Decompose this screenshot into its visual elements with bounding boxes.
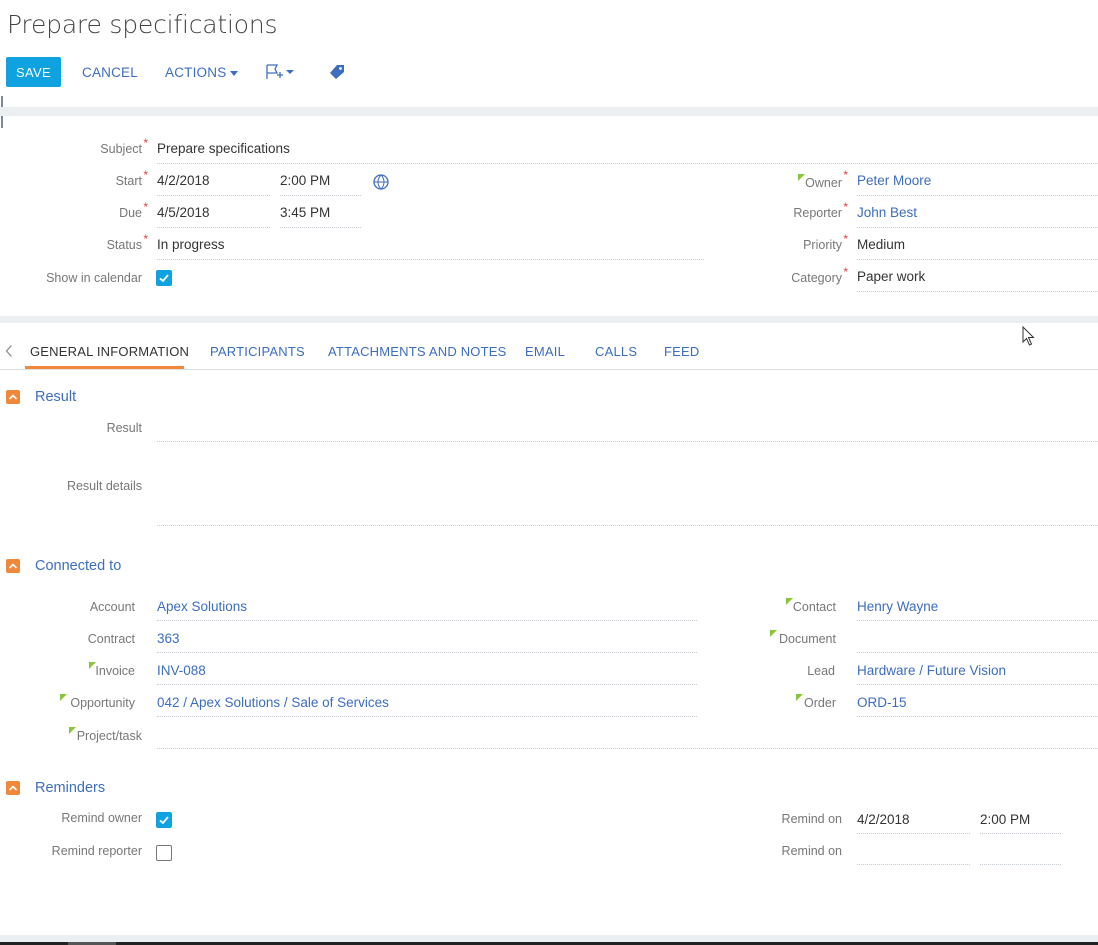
chevron-down-icon — [230, 70, 239, 76]
remind-on-owner-label: Remind on — [781, 812, 842, 826]
order-field[interactable]: ORD-15 — [857, 695, 1098, 717]
save-button[interactable]: SAVE — [6, 57, 61, 87]
category-field[interactable]: Paper work — [857, 269, 1098, 292]
tag-button[interactable] — [329, 64, 345, 83]
footer-divider — [0, 935, 1098, 942]
timezone-button[interactable] — [372, 173, 390, 194]
tab-general-information[interactable]: GENERAL INFORMATION — [30, 344, 189, 359]
tab-calls[interactable]: CALLS — [595, 344, 637, 359]
status-label: Status * — [106, 232, 148, 252]
priority-label: Priority * — [803, 232, 848, 252]
tag-icon — [330, 65, 344, 79]
result-label: Result — [106, 421, 142, 435]
due-label: Due * — [119, 200, 148, 220]
account-label: Account — [89, 600, 135, 614]
status-field[interactable]: In progress — [157, 237, 704, 260]
flag-menu-button[interactable] — [265, 63, 295, 84]
owner-field[interactable]: Peter Moore — [857, 173, 1098, 196]
connected-section-title[interactable]: Connected to — [35, 558, 121, 574]
checkmark-icon — [159, 816, 169, 825]
category-label: Category * — [791, 265, 848, 285]
project-task-field[interactable] — [157, 727, 1098, 749]
reporter-label: Reporter * — [793, 200, 848, 220]
project-task-label: Project/task — [69, 727, 142, 745]
marker-icon — [770, 630, 777, 637]
tab-feed[interactable]: FEED — [664, 344, 699, 359]
invoice-label: Invoice — [89, 662, 135, 680]
marker-icon — [798, 174, 805, 181]
result-section-title[interactable]: Result — [35, 389, 76, 405]
show-in-calendar-label: Show in calendar — [46, 271, 142, 285]
contact-label: Contact — [786, 598, 836, 616]
start-label: Start * — [115, 168, 148, 188]
remind-reporter-checkbox[interactable] — [156, 845, 172, 861]
document-label: Document — [770, 630, 836, 648]
connected-section-toggle[interactable] — [6, 559, 20, 573]
remind-on-reporter-date[interactable] — [857, 843, 970, 865]
remind-on-reporter-time[interactable] — [980, 843, 1061, 865]
result-field[interactable] — [157, 420, 1098, 442]
chevron-up-icon — [8, 785, 18, 791]
cancel-button[interactable]: CANCEL — [82, 65, 138, 80]
page-title: Prepare specifications — [7, 10, 278, 39]
reminders-section-toggle[interactable] — [6, 781, 20, 795]
contract-field[interactable]: 363 — [157, 631, 697, 653]
lead-label: Lead — [807, 664, 835, 678]
subject-field[interactable]: Prepare specifications — [157, 141, 1098, 164]
marker-icon — [69, 727, 76, 734]
remind-reporter-label: Remind reporter — [51, 844, 142, 858]
due-time-field[interactable]: 3:45 PM — [280, 205, 361, 228]
contract-label: Contract — [87, 632, 135, 646]
opportunity-field[interactable]: 042 / Apex Solutions / Sale of Services — [157, 695, 697, 717]
remind-on-owner-time[interactable]: 2:00 PM — [980, 812, 1061, 834]
order-label: Order — [796, 694, 836, 712]
flag-add-icon — [266, 64, 294, 79]
document-field[interactable] — [857, 631, 1098, 653]
actions-button[interactable]: ACTIONS — [165, 65, 239, 80]
tabs-bottom-border — [0, 369, 1098, 370]
tabs-scroll-left-icon[interactable] — [5, 344, 13, 358]
remind-owner-label: Remind owner — [61, 811, 142, 825]
globe-clock-icon — [373, 174, 389, 190]
due-date-field[interactable]: 4/5/2018 — [157, 205, 270, 228]
reminders-section-title[interactable]: Reminders — [35, 780, 105, 796]
mouse-cursor-icon — [1022, 326, 1035, 346]
actions-label: ACTIONS — [165, 65, 227, 80]
marker-icon — [60, 694, 67, 701]
owner-label: Owner * — [798, 168, 848, 190]
chevron-up-icon — [8, 563, 18, 569]
reporter-field[interactable]: John Best — [857, 205, 1098, 228]
priority-field[interactable]: Medium — [857, 237, 1098, 260]
start-time-field[interactable]: 2:00 PM — [280, 173, 361, 196]
result-details-label: Result details — [66, 479, 142, 493]
tab-participants[interactable]: PARTICIPANTS — [210, 344, 305, 359]
lead-field[interactable]: Hardware / Future Vision — [857, 663, 1098, 685]
show-in-calendar-checkbox[interactable] — [156, 270, 172, 286]
opportunity-label: Opportunity — [60, 694, 135, 712]
subject-label: Subject * — [100, 136, 148, 156]
contact-field[interactable]: Henry Wayne — [857, 599, 1098, 621]
result-details-field[interactable] — [157, 450, 1098, 526]
marker-icon — [796, 694, 803, 701]
tab-email[interactable]: EMAIL — [525, 344, 565, 359]
result-section-toggle[interactable] — [6, 390, 20, 404]
start-date-field[interactable]: 4/2/2018 — [157, 173, 270, 196]
invoice-field[interactable]: INV-088 — [157, 663, 697, 685]
remind-owner-checkbox[interactable] — [156, 812, 172, 828]
checkmark-icon — [159, 274, 169, 283]
tab-attachments-and-notes[interactable]: ATTACHMENTS AND NOTES — [328, 344, 507, 359]
chevron-up-icon — [8, 394, 18, 400]
account-field[interactable]: Apex Solutions — [157, 599, 697, 621]
header-divider — [0, 107, 1098, 116]
remind-on-reporter-label: Remind on — [781, 844, 842, 858]
remind-on-owner-date[interactable]: 4/2/2018 — [857, 812, 970, 834]
tabs-divider — [0, 316, 1098, 323]
